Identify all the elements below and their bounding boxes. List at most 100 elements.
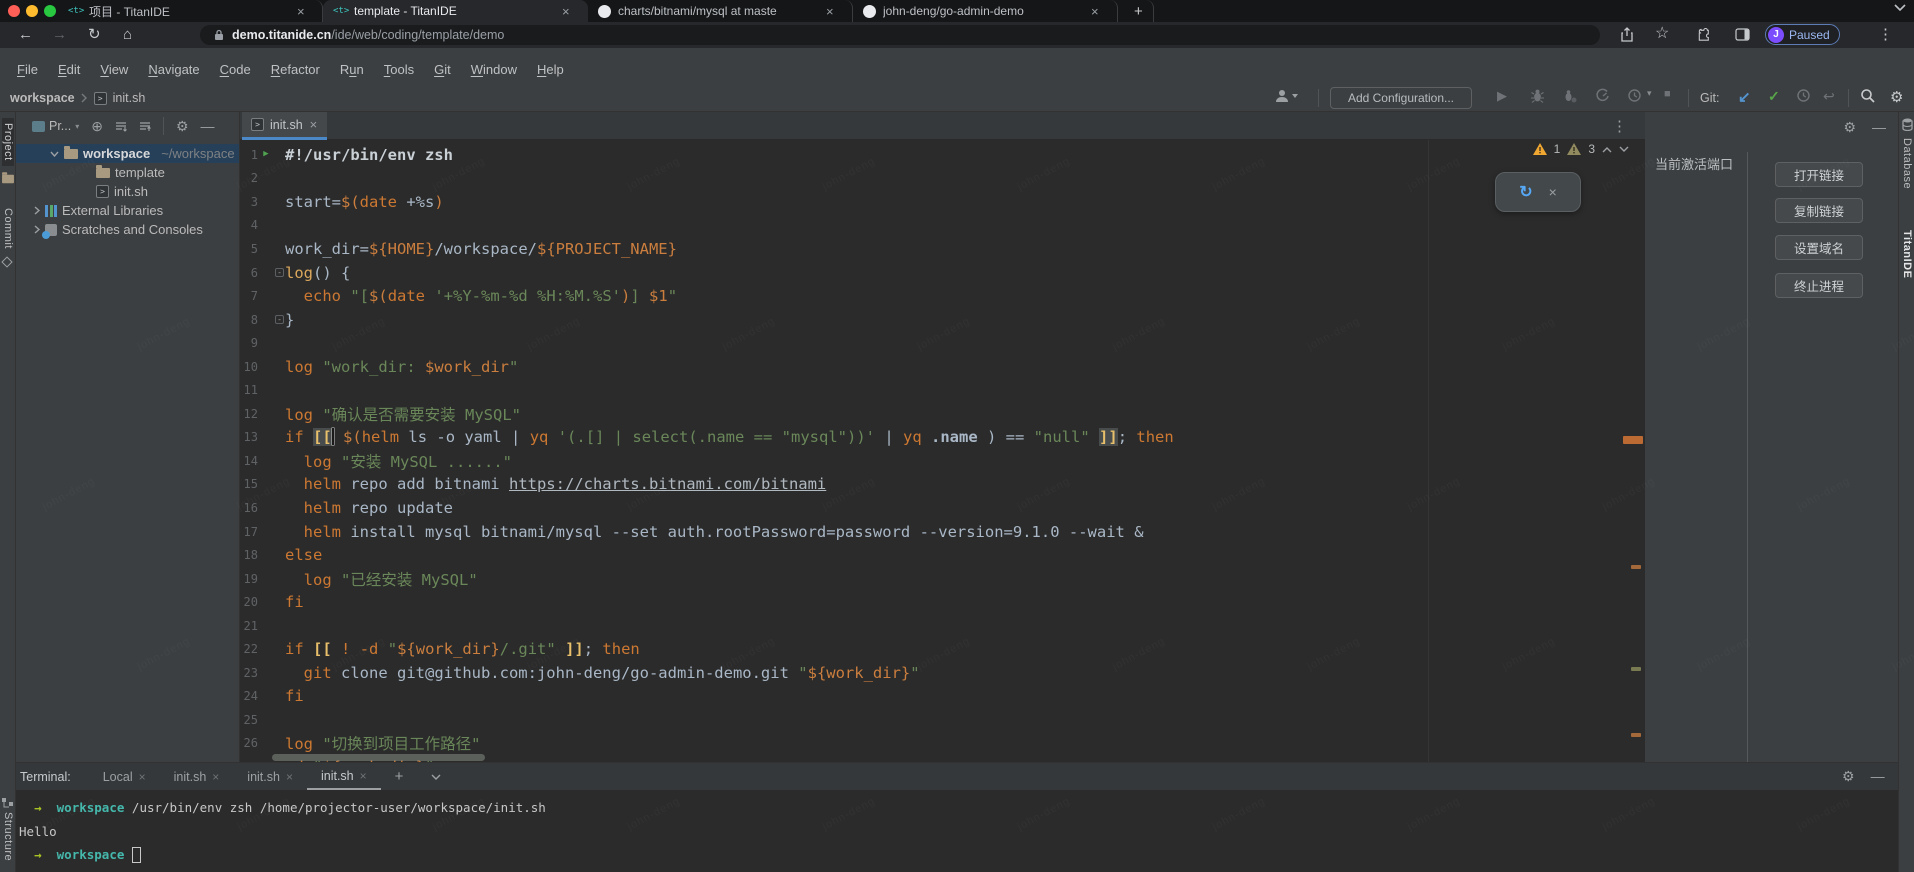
chevron-down-icon[interactable]: ▾ — [1647, 88, 1652, 99]
locate-file-icon[interactable]: ⊕ — [91, 119, 103, 133]
menu-window[interactable]: Window — [462, 60, 526, 79]
refresh-icon[interactable]: ↻ — [1519, 182, 1532, 202]
terminal-output[interactable]: → workspace /usr/bin/env zsh /home/proje… — [16, 790, 546, 867]
tree-item-template[interactable]: template — [16, 163, 239, 182]
close-tab-icon[interactable]: × — [286, 770, 293, 784]
run-button[interactable]: ▶ — [1497, 88, 1507, 104]
terminal-tab-4[interactable]: init.sh× — [307, 763, 381, 790]
run-with-coverage-clock-icon[interactable] — [1627, 88, 1642, 103]
menu-view[interactable]: View — [91, 60, 137, 79]
fold-icon[interactable]: - — [275, 315, 284, 324]
browser-menu-kebab-icon[interactable]: ⋮ — [1878, 27, 1893, 42]
project-view-selector[interactable]: Pr... ▾ — [32, 119, 79, 133]
panel-settings-gear-icon[interactable]: ⚙ — [1843, 120, 1856, 134]
chevron-right-icon[interactable] — [34, 206, 40, 215]
terminal-settings-gear-icon[interactable]: ⚙ — [1842, 769, 1855, 783]
tool-window-tab-database[interactable]: Database — [1901, 138, 1913, 189]
collapse-all-icon[interactable] — [139, 120, 151, 132]
menu-edit[interactable]: Edit — [49, 60, 89, 79]
port-action-button-4[interactable]: 终止进程 — [1775, 273, 1863, 298]
menu-code[interactable]: Code — [211, 60, 260, 79]
inspections-widget[interactable]: 1 3 — [1533, 142, 1629, 156]
add-configuration-button[interactable]: Add Configuration... — [1330, 87, 1472, 109]
scrollbar-warning-mark[interactable] — [1631, 733, 1641, 737]
fold-icon[interactable]: - — [275, 268, 284, 277]
new-tab-button[interactable]: + — [1124, 0, 1154, 22]
tool-window-tab-structure[interactable]: Structure — [2, 812, 14, 861]
share-icon[interactable] — [1620, 27, 1634, 42]
fold-marker[interactable]: - — [274, 268, 285, 277]
scrollbar-warning-mark[interactable] — [1623, 436, 1643, 444]
back-button[interactable]: ← — [18, 27, 33, 42]
scrollbar-warning-mark[interactable] — [1631, 565, 1641, 569]
stop-button[interactable]: ■ — [1664, 88, 1671, 100]
debug-with-coverage-icon[interactable] — [1562, 88, 1577, 104]
tree-item-init-sh[interactable]: >init.sh — [16, 182, 239, 201]
port-action-button-3[interactable]: 设置域名 — [1775, 235, 1863, 260]
next-warning-chevron-icon[interactable] — [1619, 146, 1629, 153]
extensions-puzzle-icon[interactable] — [1697, 28, 1711, 42]
close-tab-icon[interactable]: × — [561, 5, 571, 18]
port-action-button-2[interactable]: 复制链接 — [1775, 198, 1863, 223]
menu-refactor[interactable]: Refactor — [262, 60, 329, 79]
address-bar[interactable]: demo.titanide.cn/ide/web/coding/template… — [200, 25, 1600, 45]
editor-body[interactable]: 1▶#!/usr/bin/env zsh23start=$(date +%s)4… — [240, 140, 1645, 762]
home-button[interactable]: ⌂ — [123, 27, 132, 42]
bookmark-star-icon[interactable]: ☆ — [1655, 26, 1669, 42]
tree-item-workspace[interactable]: workspace~/workspace — [16, 144, 239, 163]
breadcrumb-root[interactable]: workspace — [10, 91, 75, 105]
profiler-icon[interactable] — [1595, 88, 1610, 103]
terminal-tab-3[interactable]: init.sh× — [233, 763, 307, 790]
menu-navigate[interactable]: Navigate — [139, 60, 208, 79]
menu-run[interactable]: Run — [331, 60, 373, 79]
menu-help[interactable]: Help — [528, 60, 573, 79]
window-zoom-button[interactable] — [44, 5, 56, 17]
terminal-tab-dropdown[interactable] — [417, 763, 455, 790]
project-widget-icon[interactable] — [1274, 88, 1300, 104]
git-history-clock-icon[interactable] — [1796, 88, 1811, 103]
close-tab-icon[interactable]: × — [296, 5, 306, 18]
editor-options-kebab-icon[interactable]: ⋮ — [1612, 119, 1627, 134]
tree-item-external-libraries[interactable]: External Libraries — [16, 201, 239, 220]
browser-profile-button[interactable]: J Paused — [1765, 24, 1840, 45]
browser-tab-2[interactable]: <t>template - TitanIDE× — [323, 0, 588, 22]
hide-terminal-icon[interactable]: — — [1871, 769, 1885, 783]
breadcrumb-file[interactable]: init.sh — [113, 91, 146, 105]
forward-button[interactable]: → — [52, 27, 67, 42]
panel-settings-gear-icon[interactable]: ⚙ — [176, 119, 189, 133]
browser-tab-4[interactable]: john-deng/go-admin-demo× — [853, 0, 1118, 22]
search-everywhere-icon[interactable] — [1860, 88, 1876, 104]
fold-marker[interactable]: - — [274, 315, 285, 324]
close-tab-icon[interactable]: × — [360, 769, 367, 783]
window-minimize-button[interactable] — [26, 5, 38, 17]
debug-bug-icon[interactable] — [1530, 88, 1545, 104]
browser-tab-1[interactable]: <t>项目 - TitanIDE× — [58, 0, 323, 22]
settings-gear-icon[interactable]: ⚙ — [1890, 88, 1903, 106]
git-commit-icon[interactable]: ✓ — [1768, 88, 1780, 105]
tab-search-chevron[interactable] — [1894, 4, 1906, 12]
sidebar-toggle-icon[interactable] — [1735, 28, 1750, 41]
run-line-icon[interactable]: ▶ — [258, 150, 274, 159]
tool-window-tab-commit[interactable]: Commit — [2, 208, 14, 249]
hide-panel-icon[interactable]: — — [1872, 120, 1886, 134]
close-tab-icon[interactable]: × — [212, 770, 219, 784]
close-icon[interactable]: × — [1549, 184, 1557, 200]
tool-window-tab-titanide[interactable]: TitanIDE — [1901, 230, 1913, 278]
menu-tools[interactable]: Tools — [375, 60, 423, 79]
chevron-right-icon[interactable] — [34, 225, 40, 234]
reload-button[interactable]: ↻ — [88, 27, 101, 42]
window-close-button[interactable] — [8, 5, 20, 17]
editor-tab-init-sh[interactable]: > init.sh × — [242, 112, 327, 140]
close-tab-icon[interactable]: × — [825, 5, 835, 18]
hide-panel-icon[interactable]: — — [201, 119, 215, 133]
menu-git[interactable]: Git — [425, 60, 460, 79]
menu-file[interactable]: File — [8, 60, 47, 79]
close-tab-icon[interactable]: × — [1090, 5, 1100, 18]
scrollbar-weak-mark[interactable] — [1631, 667, 1641, 671]
close-tab-icon[interactable]: × — [309, 118, 319, 131]
tree-item-scratches-and-consoles[interactable]: Scratches and Consoles — [16, 220, 239, 239]
terminal-tab-2[interactable]: init.sh× — [160, 763, 234, 790]
terminal-tab-1[interactable]: Local× — [89, 763, 160, 790]
expand-all-icon[interactable] — [115, 120, 127, 132]
new-terminal-tab-button[interactable]: + — [381, 763, 418, 790]
